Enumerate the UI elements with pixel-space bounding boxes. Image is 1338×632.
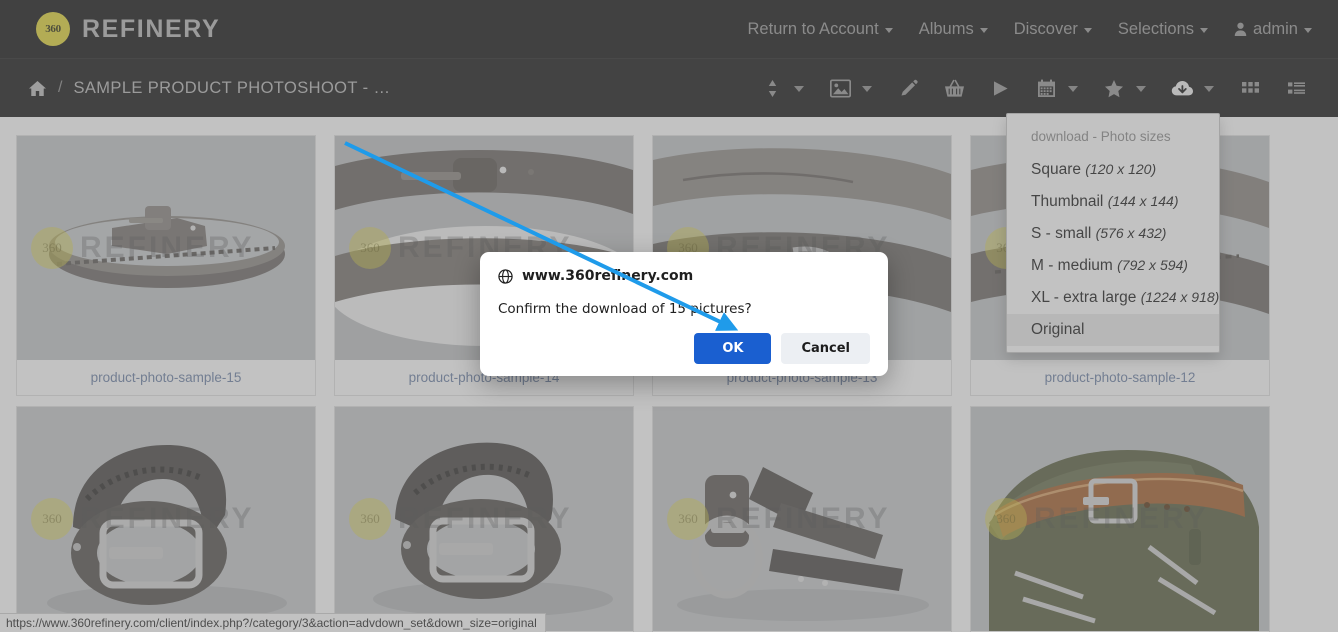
browser-viewport: 360 REFINERY Return to Account Albums Di… xyxy=(0,0,1338,632)
dialog-origin: www.360refinery.com xyxy=(498,268,870,284)
globe-icon xyxy=(498,268,513,284)
dialog-buttons: OK Cancel xyxy=(694,333,870,364)
cancel-button[interactable]: Cancel xyxy=(781,333,870,364)
dialog-origin-text: www.360refinery.com xyxy=(522,268,694,284)
ok-button[interactable]: OK xyxy=(694,333,772,364)
dialog-message: Confirm the download of 15 pictures? xyxy=(498,301,752,317)
confirm-dialog: www.360refinery.com Confirm the download… xyxy=(480,252,888,376)
